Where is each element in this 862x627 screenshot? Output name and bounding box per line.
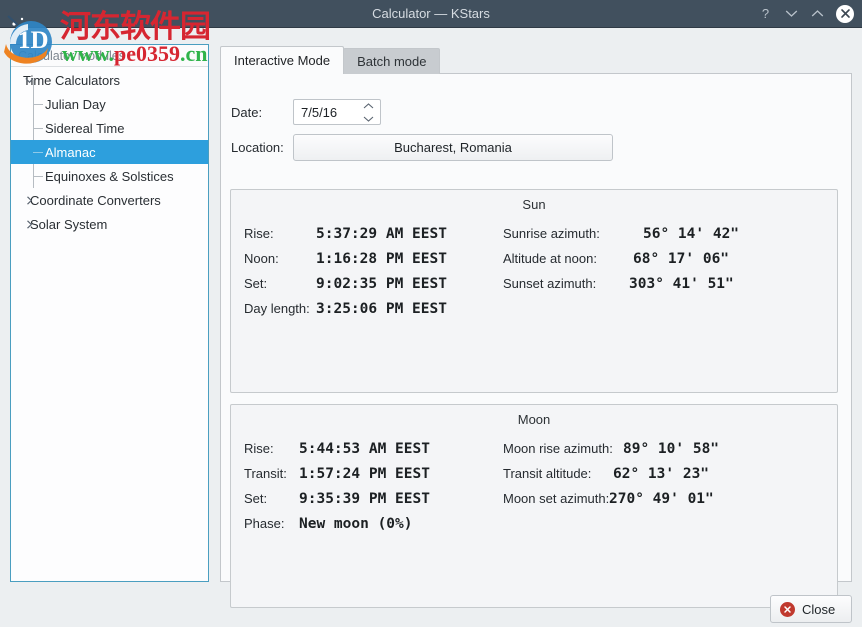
- sidebar-item-label: Equinoxes & Solstices: [45, 169, 174, 184]
- date-input[interactable]: 7/5/16: [293, 99, 381, 125]
- moon-phase-row: Phase: New moon (0%): [231, 511, 837, 536]
- sun-noon-row: Noon: 1:16:28 PM EEST Altitude at noon: …: [231, 246, 837, 271]
- chevron-right-icon[interactable]: [23, 218, 36, 231]
- sun-group: Sun Rise: 5:37:29 AM EEST Sunrise azimut…: [230, 189, 838, 393]
- moon-rise-azimuth-value: 89° 10' 58": [623, 441, 719, 457]
- chevron-up-icon[interactable]: [810, 6, 825, 21]
- calculator-pane: Interactive Mode Batch mode Date: 7/5/16…: [220, 44, 852, 582]
- sidebar-item-julian-day[interactable]: Julian Day: [11, 92, 208, 116]
- location-row: Location: Bucharest, Romania: [231, 134, 613, 161]
- sidebar-item-time-calculators[interactable]: Time Calculators: [11, 68, 208, 92]
- sun-set-row: Set: 9:02:35 PM EEST Sunset azimuth: 303…: [231, 271, 837, 296]
- close-button-label: Close: [802, 602, 835, 617]
- sidebar-item-label: Julian Day: [45, 97, 106, 112]
- sunrise-azimuth-label: Sunrise azimuth:: [503, 226, 600, 241]
- moon-group-title: Moon: [231, 412, 837, 427]
- moon-set-row: Set: 9:35:39 PM EEST Moon set azimuth: 2…: [231, 486, 837, 511]
- mode-tabbar: Interactive Mode Batch mode: [220, 44, 440, 74]
- tree-branch-line: [33, 152, 43, 153]
- window-controls: ?: [758, 0, 854, 27]
- transit-altitude-label: Transit altitude:: [503, 466, 591, 481]
- location-label: Location:: [231, 140, 293, 155]
- moon-set-azimuth-value: 270° 49' 01": [609, 491, 714, 507]
- altitude-at-noon-label: Altitude at noon:: [503, 251, 597, 266]
- location-button[interactable]: Bucharest, Romania: [293, 134, 613, 161]
- sidebar-item-label: Sidereal Time: [45, 121, 124, 136]
- moon-phase-value: New moon (0%): [299, 516, 413, 532]
- chevron-down-icon[interactable]: [784, 6, 799, 21]
- sun-set-label: Set:: [244, 276, 267, 291]
- tree-branch-line: [33, 128, 43, 129]
- moon-rise-row: Rise: 5:44:53 AM EEST Moon rise azimuth:…: [231, 436, 837, 461]
- window-titlebar: Calculator — KStars ?: [0, 0, 862, 28]
- tab-batch-mode[interactable]: Batch mode: [343, 48, 440, 74]
- date-value: 7/5/16: [294, 105, 337, 120]
- sidebar-item-label: Solar System: [30, 217, 107, 232]
- moon-grid: Rise: 5:44:53 AM EEST Moon rise azimuth:…: [231, 436, 837, 536]
- moon-rise-azimuth-label: Moon rise azimuth:: [503, 441, 613, 456]
- date-stepper[interactable]: [362, 103, 374, 122]
- day-length-value: 3:25:06 PM EEST: [316, 301, 447, 317]
- chevron-down-icon[interactable]: [23, 74, 36, 87]
- moon-set-label: Set:: [244, 491, 267, 506]
- moon-rise-label: Rise:: [244, 441, 274, 456]
- close-icon[interactable]: [836, 5, 854, 23]
- tree-branch-line: [33, 104, 43, 105]
- transit-altitude-value: 62° 13' 23": [613, 466, 709, 482]
- sidebar-header: Calculator modules: [11, 45, 208, 67]
- moon-transit-value: 1:57:24 PM EEST: [299, 466, 430, 482]
- sidebar-item-label: Time Calculators: [23, 73, 120, 88]
- sun-group-title: Sun: [231, 197, 837, 212]
- moon-set-value: 9:35:39 PM EEST: [299, 491, 430, 507]
- moon-set-azimuth-label: Moon set azimuth:: [503, 491, 609, 506]
- window-title: Calculator — KStars: [0, 0, 862, 27]
- tab-interactive-mode[interactable]: Interactive Mode: [220, 46, 344, 74]
- help-icon[interactable]: ?: [758, 6, 773, 21]
- sidebar-item-almanac[interactable]: Almanac: [11, 140, 208, 164]
- help-glyph: ?: [762, 7, 769, 20]
- sun-daylength-row: Day length: 3:25:06 PM EEST: [231, 296, 837, 321]
- interactive-mode-page: Date: 7/5/16 Location: Bucharest, Romani…: [220, 73, 852, 582]
- sun-set-value: 9:02:35 PM EEST: [316, 276, 447, 292]
- moon-transit-label: Transit:: [244, 466, 287, 481]
- close-button[interactable]: Close: [770, 595, 852, 623]
- sun-rise-label: Rise:: [244, 226, 274, 241]
- calculator-modules-sidebar[interactable]: Calculator modules Time Calculators Juli…: [10, 44, 209, 582]
- moon-rise-value: 5:44:53 AM EEST: [299, 441, 430, 457]
- day-length-label: Day length:: [244, 301, 310, 316]
- sunset-azimuth-value: 303° 41' 51": [629, 276, 734, 292]
- date-label: Date:: [231, 105, 293, 120]
- sidebar-item-sidereal-time[interactable]: Sidereal Time: [11, 116, 208, 140]
- sidebar-item-coordinate-converters[interactable]: Coordinate Converters: [11, 188, 208, 212]
- sun-rise-value: 5:37:29 AM EEST: [316, 226, 447, 242]
- sun-grid: Rise: 5:37:29 AM EEST Sunrise azimuth: 5…: [231, 221, 837, 321]
- sunrise-azimuth-value: 56° 14' 42": [643, 226, 739, 242]
- sun-rise-row: Rise: 5:37:29 AM EEST Sunrise azimuth: 5…: [231, 221, 837, 246]
- sidebar-item-label: Almanac: [45, 145, 96, 160]
- altitude-at-noon-value: 68° 17' 06": [633, 251, 729, 267]
- sun-noon-value: 1:16:28 PM EEST: [316, 251, 447, 267]
- close-circle-icon: [780, 602, 795, 617]
- dialog-buttonbar: Close: [0, 590, 862, 627]
- chevron-right-icon[interactable]: [23, 194, 36, 207]
- module-tree[interactable]: Time Calculators Julian Day Sidereal Tim…: [11, 68, 208, 236]
- sidebar-item-equinoxes-solstices[interactable]: Equinoxes & Solstices: [11, 164, 208, 188]
- sidebar-item-solar-system[interactable]: Solar System: [11, 212, 208, 236]
- sunset-azimuth-label: Sunset azimuth:: [503, 276, 596, 291]
- sidebar-item-label: Coordinate Converters: [30, 193, 161, 208]
- application-window: Calculator — KStars ? Calculator modules: [0, 0, 862, 627]
- moon-phase-label: Phase:: [244, 516, 284, 531]
- date-row: Date: 7/5/16: [231, 99, 381, 125]
- moon-transit-row: Transit: 1:57:24 PM EEST Transit altitud…: [231, 461, 837, 486]
- tree-branch-line: [33, 176, 43, 177]
- sun-noon-label: Noon:: [244, 251, 279, 266]
- moon-group: Moon Rise: 5:44:53 AM EEST Moon rise azi…: [230, 404, 838, 608]
